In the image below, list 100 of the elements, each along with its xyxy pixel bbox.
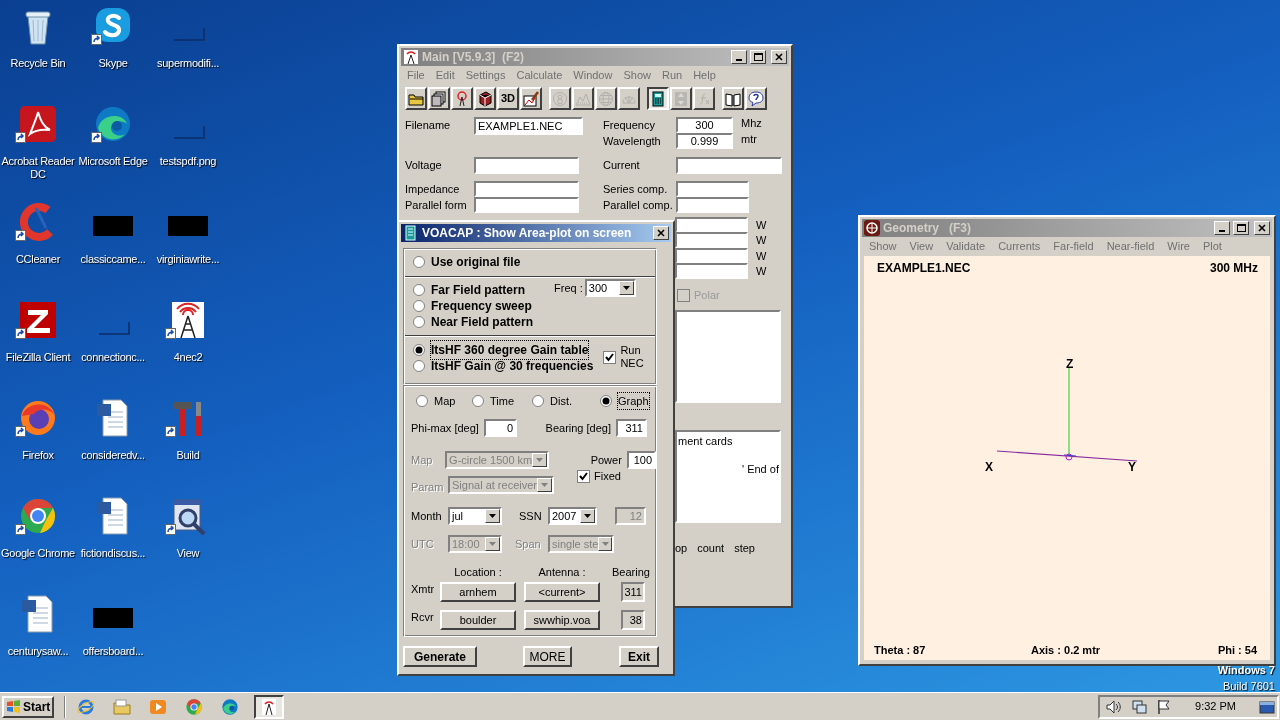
clock[interactable]: 9:32 PM	[1195, 698, 1236, 715]
icon-label[interactable]: virginiawrite...	[150, 253, 226, 266]
checkbox[interactable]: Fixed	[577, 468, 621, 485]
field-label: Freq :	[554, 280, 583, 296]
close-button[interactable]	[771, 50, 787, 64]
dialog-button[interactable]: MORE	[523, 646, 572, 667]
location-button[interactable]: arnhem	[440, 582, 516, 602]
field-label: Param	[411, 480, 445, 495]
radio-option[interactable]: Map	[416, 392, 472, 410]
icon-label[interactable]: Firefox	[0, 449, 76, 462]
axis-label: Y	[1128, 460, 1136, 474]
dropdown-arrow-icon	[536, 458, 544, 462]
text-field[interactable]: 0	[484, 419, 517, 437]
text-area[interactable]: ment cards ' End of	[675, 429, 781, 523]
speaker-icon[interactable]	[1106, 698, 1123, 715]
radio-option[interactable]: Frequency sweep	[413, 298, 534, 314]
title-bar[interactable]: VOACAP : Show Area-plot on screen	[401, 224, 671, 242]
field-label: Series comp.	[603, 181, 669, 197]
field-label: W	[756, 264, 767, 279]
flag-icon[interactable]	[1156, 698, 1173, 715]
show-desktop-icon[interactable]	[1259, 698, 1275, 715]
browser-circle-icon	[185, 697, 203, 716]
radio-option[interactable]: ItsHF Gain @ 30 frequencies	[413, 358, 594, 374]
icon-label[interactable]: Build	[150, 449, 226, 462]
maximize-button[interactable]	[750, 50, 766, 64]
icon-label[interactable]: Acrobat Reader DC	[0, 155, 76, 181]
taskbar-button[interactable]	[254, 694, 284, 719]
text-field[interactable]: EXAMPLE1.NEC	[474, 117, 583, 135]
icon-label[interactable]: 4nec2	[150, 351, 226, 364]
browser-circle-icon[interactable]	[18, 496, 58, 536]
icon-label[interactable]: classiccame...	[75, 253, 151, 266]
icon-label[interactable]: Microsoft Edge	[75, 155, 151, 168]
text-area[interactable]	[675, 309, 781, 403]
field-label: Map	[411, 452, 434, 468]
text-field[interactable]	[675, 216, 748, 233]
text-field[interactable]	[474, 197, 579, 213]
icon-label[interactable]: Skype	[75, 57, 151, 70]
minimize-button[interactable]	[1214, 221, 1230, 235]
text-field[interactable]: 0.999	[676, 133, 733, 149]
app-icon	[864, 220, 880, 236]
icon-label[interactable]: Recycle Bin	[0, 57, 76, 70]
start-button[interactable]: Start	[2, 695, 54, 718]
maximize-button[interactable]	[1233, 221, 1249, 235]
wave-circle-icon	[221, 697, 239, 716]
field-label: Antenna :	[537, 564, 587, 580]
dialog-button[interactable]: Generate	[403, 646, 477, 667]
network-icon[interactable]	[1131, 698, 1148, 715]
radio-option[interactable]: Use original file	[413, 254, 656, 270]
radio-option[interactable]: Graph	[600, 392, 649, 410]
text-field[interactable]: 311	[616, 419, 647, 437]
wave-circle-icon[interactable]	[93, 104, 133, 144]
toolbar-button[interactable]	[647, 87, 669, 110]
close-button[interactable]	[653, 226, 669, 240]
text-field[interactable]	[474, 181, 579, 197]
field-label: mtr	[741, 133, 757, 145]
icon-label[interactable]: FileZilla Client	[0, 351, 76, 364]
text-field[interactable]: 100	[626, 451, 656, 469]
arrows-icon	[673, 90, 689, 107]
icon-label[interactable]: Google Chrome	[0, 547, 76, 560]
text-field[interactable]	[676, 197, 749, 213]
field-label: Current	[603, 158, 641, 174]
text-field[interactable]	[676, 157, 782, 174]
dropdown[interactable]: 2007	[548, 507, 597, 525]
close-button[interactable]	[1254, 221, 1270, 235]
text-field[interactable]	[675, 263, 748, 280]
antenna-button[interactable]: swwhip.voa	[524, 610, 600, 630]
close-icon	[1258, 224, 1266, 232]
text-field[interactable]	[474, 157, 579, 174]
icon-label[interactable]: supermodifi...	[150, 57, 226, 70]
text-field[interactable]: 300	[676, 117, 733, 133]
dropdown[interactable]: jul	[448, 507, 502, 525]
text-field[interactable]	[675, 232, 748, 249]
antenna-button[interactable]: <current>	[524, 582, 600, 602]
icon-label[interactable]: CCleaner	[0, 253, 76, 266]
field-label: Wavelength	[603, 133, 662, 149]
location-button[interactable]: boulder	[440, 610, 516, 630]
radio-option[interactable]: Time	[472, 392, 532, 410]
window-title: VOACAP : Show Area-plot on screen	[422, 225, 633, 242]
radio-option[interactable]: Near Field pattern	[413, 314, 534, 330]
book-icon	[725, 90, 741, 107]
icon-label[interactable]: centurysaw...	[0, 645, 76, 658]
minimize-button[interactable]	[731, 50, 747, 64]
icon-label[interactable]: testspdf.png	[150, 155, 226, 168]
dialog-button[interactable]: Exit	[619, 646, 659, 667]
radio-option[interactable]: Far Field pattern	[413, 282, 534, 298]
icon-label[interactable]: fictiondiscus...	[75, 547, 151, 560]
pencil-chart-icon	[523, 90, 539, 107]
radio-option[interactable]: Dist.	[532, 392, 600, 410]
radio-option[interactable]: ItsHF 360 degree Gain table	[413, 342, 594, 358]
field-label: Rcvr	[411, 610, 435, 624]
toolbar-button[interactable]: 3D	[497, 87, 519, 110]
icon-label[interactable]: consideredv...	[75, 449, 151, 462]
icon-label[interactable]: offersboard...	[75, 645, 151, 658]
radio-circle-icon	[472, 395, 484, 407]
checkbox[interactable]: Run NEC	[603, 344, 645, 370]
text-field[interactable]	[676, 181, 749, 197]
icon-label[interactable]: View	[150, 547, 226, 560]
icon-label[interactable]: connectionc...	[75, 351, 151, 364]
field-label: Parallel form	[405, 197, 468, 213]
dropdown[interactable]: 300	[584, 279, 636, 297]
